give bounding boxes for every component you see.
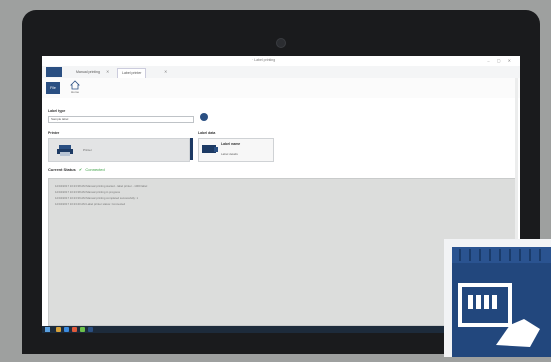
log-line: 12/04/2017 10:23:40 AM Label printer sta…: [55, 202, 126, 206]
log-line: 12/04/2017 10:23:38 AM Manual printing i…: [55, 190, 120, 194]
label-printer-icon: [202, 145, 218, 153]
app-icon[interactable]: [80, 327, 85, 332]
label-details: Label details: [221, 152, 238, 156]
status-label: Current Status: [48, 167, 76, 172]
browser-icon[interactable]: [64, 327, 69, 332]
home-icon: [70, 80, 80, 90]
close-icon[interactable]: ✕: [106, 69, 109, 74]
label-app-icon[interactable]: [88, 327, 93, 332]
printer-label: Printer: [48, 131, 60, 135]
home-label: Home: [70, 90, 79, 94]
window-title: · Label printing: [252, 58, 276, 62]
label-printer-badge: [444, 239, 551, 357]
printer-icon: [57, 145, 73, 156]
label-type-label: Label type: [48, 109, 66, 113]
printer-selector[interactable]: Printer: [48, 138, 190, 162]
label-data-label: Label data: [198, 131, 216, 135]
windows-start-icon[interactable]: [45, 327, 50, 332]
label-printer-icon: [452, 247, 551, 357]
label-data-card[interactable]: Label name Label details: [198, 138, 274, 162]
webcam: [276, 38, 286, 48]
tab-manual-printing[interactable]: Manual printing: [72, 68, 104, 77]
label-name: Label name: [221, 142, 241, 146]
status-line: Current Status ✔ Connected: [48, 167, 105, 172]
printer-name: Printer: [83, 148, 92, 152]
window-controls[interactable]: – ▢ ✕: [487, 58, 514, 63]
app-icon[interactable]: [72, 327, 77, 332]
log-line: 12/04/2017 10:23:38 AM Manual printing s…: [55, 184, 148, 188]
app-menu-icon[interactable]: [46, 67, 62, 77]
log-line: 12/04/2017 10:23:39 AM Manual printing c…: [55, 196, 139, 200]
selection-divider: [190, 138, 193, 160]
folder-icon[interactable]: [56, 327, 61, 332]
label-type-field[interactable]: Sample label: [48, 116, 194, 123]
gear-icon[interactable]: [200, 113, 208, 121]
status-value: Connected: [85, 167, 105, 172]
close-icon[interactable]: ✕: [164, 69, 167, 74]
ribbon: File Home: [42, 78, 520, 99]
file-tab[interactable]: File: [46, 82, 60, 94]
home-button[interactable]: Home: [66, 80, 84, 96]
checkmark-icon: ✔: [78, 167, 83, 172]
